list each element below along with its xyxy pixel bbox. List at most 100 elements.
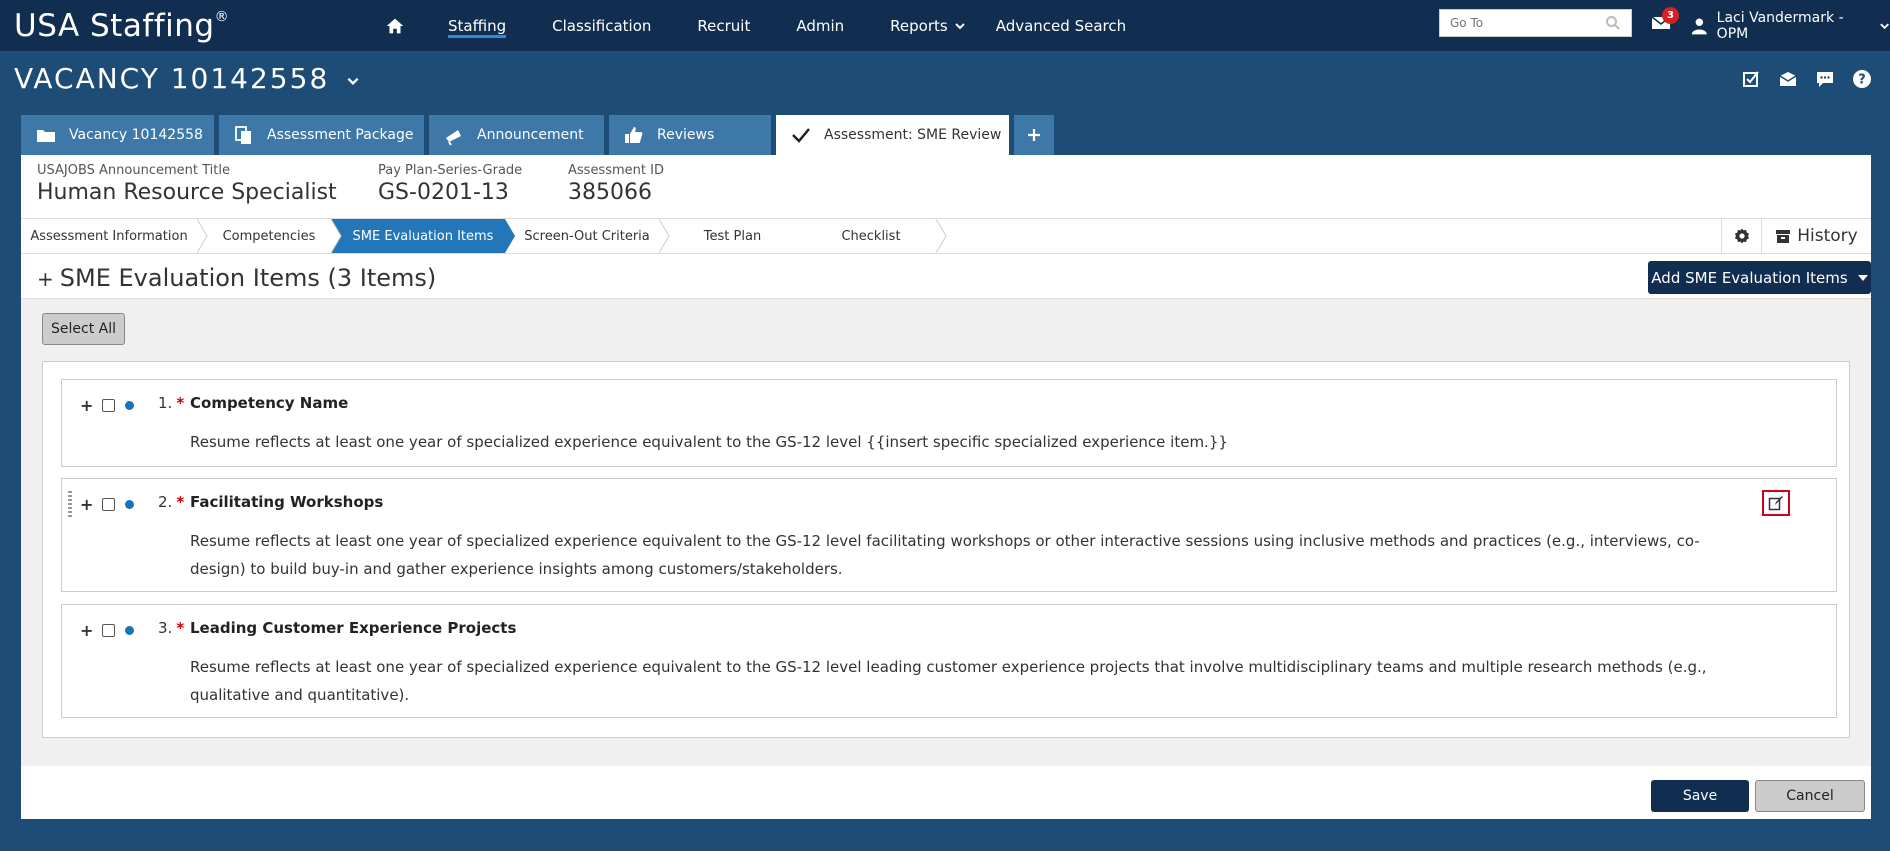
section-title[interactable]: + SME Evaluation Items (3 Items) (37, 264, 436, 292)
section-header: + SME Evaluation Items (3 Items) (21, 257, 1871, 299)
user-icon (1691, 18, 1707, 34)
status-dot (125, 626, 134, 635)
list-item: + 2. * Facilitating Workshops Resume refl… (61, 478, 1837, 592)
chat-icon[interactable] (1814, 68, 1836, 90)
top-nav-bar: USA Staffing® Staffing Classification Re… (0, 0, 1890, 51)
item-description: Resume reflects at least one year of spe… (190, 532, 1700, 578)
item-name: Leading Customer Experience Projects (190, 619, 517, 637)
megaphone-icon (446, 130, 461, 146)
item-name: Facilitating Workshops (190, 493, 384, 511)
tab-assessment-package[interactable]: Assessment Package (219, 115, 424, 155)
status-dot (125, 500, 134, 509)
grade-value: GS-0201-13 (378, 180, 509, 205)
thumbs-up-icon (625, 127, 643, 143)
cancel-button[interactable]: Cancel (1755, 780, 1865, 812)
announcement-title-block: USAJOBS Announcement Title Human Resourc… (37, 163, 337, 205)
search-icon[interactable] (1605, 15, 1621, 31)
nav-reports[interactable]: Reports (890, 0, 966, 51)
required-marker: * (176, 619, 185, 637)
nav-recruit[interactable]: Recruit (697, 0, 750, 51)
item-controls: + (80, 396, 134, 415)
add-tab-button[interactable] (1014, 115, 1054, 155)
tab-label: Reviews (657, 127, 715, 143)
tab-assessment-sme-review[interactable]: Assessment: SME Review (776, 115, 1009, 155)
list-item: + 1. * Competency Name Resume reflects at… (61, 379, 1837, 467)
vacancy-tabs: Vacancy 10142558 Assessment Package Anno… (21, 115, 1059, 155)
plus-icon (1028, 129, 1040, 141)
form-footer: Save Cancel (21, 772, 1871, 819)
item-description: Resume reflects at least one year of spe… (190, 433, 1228, 451)
caret-down-icon (1857, 274, 1868, 281)
edit-item-button[interactable] (1762, 490, 1790, 516)
chevron-down-icon (347, 77, 359, 85)
history-button[interactable]: History (1761, 219, 1871, 253)
item-number: 1. * (158, 394, 184, 412)
nav-reports-label: Reports (890, 16, 948, 35)
item-number: 2. * (158, 493, 184, 511)
home-icon[interactable] (384, 15, 406, 37)
item-checkbox[interactable] (102, 498, 115, 511)
step-assessment-information[interactable]: Assessment Information (21, 219, 197, 253)
step-screen-out-criteria[interactable]: Screen-Out Criteria (515, 219, 659, 253)
drag-handle[interactable] (68, 491, 72, 517)
goto-input[interactable] (1450, 16, 1605, 30)
item-number-text: 1. (158, 394, 173, 412)
brand-registered-mark: ® (214, 8, 230, 25)
checklist-icon[interactable] (1740, 68, 1762, 90)
nav-advanced-search[interactable]: Advanced Search (996, 0, 1126, 51)
history-label: History (1797, 226, 1858, 246)
goto-search[interactable] (1439, 9, 1632, 37)
expand-item-icon[interactable]: + (80, 621, 94, 640)
help-icon[interactable]: ? (1851, 68, 1873, 90)
item-name: Competency Name (190, 394, 349, 412)
chevron-down-icon (1880, 22, 1889, 29)
svg-text:?: ? (1858, 73, 1866, 88)
step-competencies[interactable]: Competencies (207, 219, 331, 253)
assessment-id-block: Assessment ID 385066 (568, 163, 664, 205)
brand-text: USA Staffing (14, 8, 215, 44)
settings-button[interactable] (1721, 219, 1761, 253)
add-button-label: Add SME Evaluation Items (1651, 268, 1848, 287)
inbox-icon[interactable] (1777, 68, 1799, 90)
item-number-text: 3. (158, 619, 173, 637)
header-icons: ? (1740, 68, 1888, 90)
expand-item-icon[interactable]: + (80, 396, 94, 415)
nav-classification[interactable]: Classification (552, 0, 651, 51)
step-test-plan[interactable]: Test Plan (669, 219, 796, 253)
grade-label: Pay Plan-Series-Grade (378, 163, 523, 178)
tab-label: Assessment Package (267, 127, 414, 143)
mail-count-badge: 3 (1662, 7, 1679, 24)
expand-toggle[interactable]: + (37, 267, 54, 291)
brand-logo[interactable]: USA Staffing® (14, 8, 229, 44)
sme-items-list: + 1. * Competency Name Resume reflects at… (42, 361, 1850, 738)
tab-label: Assessment: SME Review (824, 127, 1002, 143)
step-sme-evaluation-items[interactable]: SME Evaluation Items (341, 219, 505, 253)
announcement-title-label: USAJOBS Announcement Title (37, 163, 230, 178)
documents-icon (235, 126, 251, 144)
nav-admin[interactable]: Admin (796, 0, 844, 51)
select-all-button[interactable]: Select All (42, 313, 125, 345)
section-title-text: SME Evaluation Items (3 Items) (59, 264, 437, 292)
item-checkbox[interactable] (102, 624, 115, 637)
status-dot (125, 401, 134, 410)
item-checkbox[interactable] (102, 399, 115, 412)
vacancy-title[interactable]: VACANCY 10142558 (14, 62, 360, 95)
required-marker: * (176, 394, 185, 412)
user-name: Laci Vandermark - OPM (1716, 9, 1844, 42)
assessment-id-value: 385066 (568, 180, 652, 205)
item-description: Resume reflects at least one year of spe… (190, 658, 1707, 704)
nav-staffing[interactable]: Staffing (448, 0, 507, 51)
tab-announcement[interactable]: Announcement (429, 115, 604, 155)
assessment-id-label: Assessment ID (568, 163, 664, 178)
add-sme-evaluation-items-button[interactable]: Add SME Evaluation Items (1648, 261, 1871, 294)
tab-reviews[interactable]: Reviews (609, 115, 771, 155)
item-controls: + (80, 621, 134, 640)
step-checklist[interactable]: Checklist (806, 219, 936, 253)
tab-vacancy[interactable]: Vacancy 10142558 (21, 115, 214, 155)
edit-icon (1768, 496, 1783, 511)
item-number: 3. * (158, 619, 184, 637)
expand-item-icon[interactable]: + (80, 495, 94, 514)
save-button[interactable]: Save (1651, 780, 1749, 812)
user-menu[interactable]: Laci Vandermark - OPM (1690, 0, 1890, 51)
gear-icon (1734, 228, 1749, 244)
